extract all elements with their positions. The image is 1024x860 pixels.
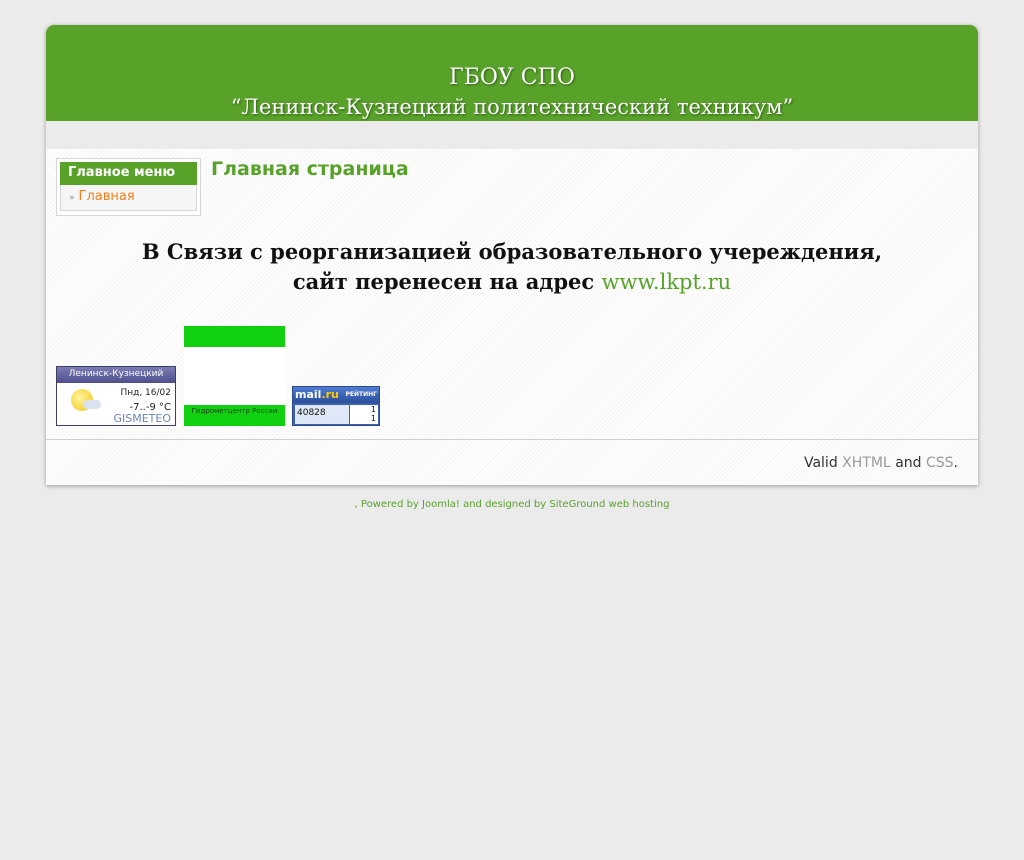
- chevron-down-icon: »: [69, 193, 75, 203]
- new-site-link[interactable]: www.lkpt.ru: [602, 270, 732, 294]
- page-title: Главная страница: [211, 158, 409, 180]
- mailru-side-values: 1 1: [350, 405, 378, 424]
- page-container: ГБОУ СПО “Ленинск-Кузнецкий политехничес…: [46, 25, 978, 485]
- notice-line-2: сайт перенесен на адрес www.lkpt.ru: [46, 269, 978, 294]
- mailru-side-bottom: 1: [370, 414, 376, 423]
- content-area: Главное меню » Главная Главная страница В…: [46, 149, 978, 439]
- validation-links: Valid XHTML and CSS.: [804, 455, 958, 471]
- css-link[interactable]: CSS: [926, 455, 954, 471]
- mailru-logo-mail: mail: [295, 388, 322, 401]
- valid-and: and: [895, 455, 922, 471]
- page-footer: Valid XHTML and CSS.: [46, 440, 978, 485]
- mailru-rating-widget[interactable]: mail.ru РЕЙТИНГ 40828 1 1: [292, 386, 380, 426]
- header-subbar: [46, 121, 978, 149]
- main-menu-list: » Главная: [60, 185, 197, 211]
- xhtml-link[interactable]: XHTML: [842, 455, 891, 471]
- notice-text: сайт перенесен на адрес: [292, 269, 595, 294]
- hydromet-top-bar: [184, 326, 285, 347]
- cloud-icon: [83, 400, 101, 409]
- valid-prefix: Valid: [803, 455, 838, 471]
- main-menu: Главное меню » Главная: [56, 158, 201, 216]
- site-title-line1: ГБОУ СПО: [449, 65, 575, 90]
- menu-item-home[interactable]: Главная: [79, 189, 135, 204]
- mailru-logo-ru: .ru: [321, 388, 339, 401]
- site-credits[interactable]: , Powered by Joomla! and designed by Sit…: [0, 499, 1024, 510]
- hydromet-label: Гидрометцентр России: [184, 405, 285, 426]
- gismeteo-city: Ленинск-Кузнецкий: [57, 367, 175, 383]
- mailru-visitor-count: 40828: [295, 405, 349, 424]
- gismeteo-widget[interactable]: Ленинск-Кузнецкий Пнд, 16/02 -7..-9 °C G…: [56, 366, 176, 426]
- valid-period: .: [953, 455, 958, 471]
- site-title-line2: “Ленинск-Кузнецкий политехнический техни…: [230, 95, 794, 119]
- notice-line-1: В Связи с реорганизацией образовательног…: [141, 239, 883, 264]
- site-header: ГБОУ СПО “Ленинск-Кузнецкий политехничес…: [46, 25, 978, 121]
- main-menu-title: Главное меню: [60, 162, 197, 185]
- mailru-side-top: 1: [370, 405, 376, 414]
- mailru-rating-label: РЕЙТИНГ: [345, 391, 377, 398]
- gismeteo-date: Пнд, 16/02: [120, 388, 171, 398]
- hydromet-widget[interactable]: Гидрометцентр России: [184, 326, 285, 426]
- gismeteo-brand: GISMETEO: [113, 412, 171, 425]
- mailru-logo: mail.ru РЕЙТИНГ: [293, 387, 379, 403]
